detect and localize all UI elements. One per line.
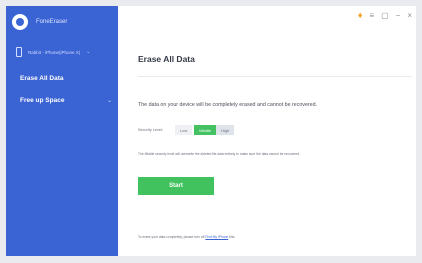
close-icon[interactable]: × bbox=[407, 11, 412, 20]
phone-icon bbox=[16, 47, 22, 57]
security-level: Security Level: Low Middle High bbox=[138, 124, 235, 136]
security-middle-option[interactable]: Middle bbox=[194, 125, 217, 135]
menu-icon[interactable]: ≡ bbox=[369, 11, 374, 20]
minimize-icon[interactable]: − bbox=[396, 11, 401, 20]
sidebar: FoneEraser Rabbit - iPhone(iPhone X) ⌄ E… bbox=[6, 6, 118, 256]
chevron-down-icon: ⌄ bbox=[106, 97, 112, 104]
device-label: Rabbit - iPhone(iPhone X) bbox=[28, 49, 81, 55]
window-controls: ♦ ≡ ▢ − × bbox=[358, 8, 412, 22]
app-logo-icon bbox=[12, 14, 28, 30]
divider bbox=[138, 76, 412, 77]
security-high-option[interactable]: High bbox=[216, 125, 235, 135]
chevron-down-icon: ⌄ bbox=[86, 49, 91, 55]
security-description: The Middle security level will overwrite… bbox=[138, 152, 300, 156]
erase-warning: The data on your device will be complete… bbox=[138, 102, 318, 108]
sidebar-item-erase-all-data[interactable]: Erase All Data bbox=[20, 70, 112, 86]
gem-icon[interactable]: ♦ bbox=[358, 10, 363, 20]
footer-note: To erase your data completely, please tu… bbox=[138, 235, 235, 239]
find-my-iphone-link[interactable]: Find My iPhone bbox=[205, 235, 228, 239]
feedback-icon[interactable]: ▢ bbox=[381, 11, 389, 20]
brand: FoneEraser bbox=[12, 10, 67, 34]
sidebar-item-label: Erase All Data bbox=[20, 74, 64, 82]
device-selector[interactable]: Rabbit - iPhone(iPhone X) ⌄ bbox=[16, 44, 116, 60]
page-title: Erase All Data bbox=[138, 54, 195, 64]
main-panel: ♦ ≡ ▢ − × Erase All Data The data on you… bbox=[118, 6, 416, 256]
security-low-option[interactable]: Low bbox=[174, 125, 193, 135]
start-button[interactable]: Start bbox=[138, 177, 214, 195]
footer-suffix: first. bbox=[229, 235, 236, 239]
sidebar-item-label: Free up Space bbox=[20, 96, 65, 104]
sidebar-item-free-up-space[interactable]: Free up Space ⌄ bbox=[20, 92, 112, 108]
footer-text: To erase your data completely, please tu… bbox=[138, 235, 205, 239]
app-name: FoneEraser bbox=[36, 19, 68, 25]
security-level-label: Security Level: bbox=[138, 128, 163, 132]
